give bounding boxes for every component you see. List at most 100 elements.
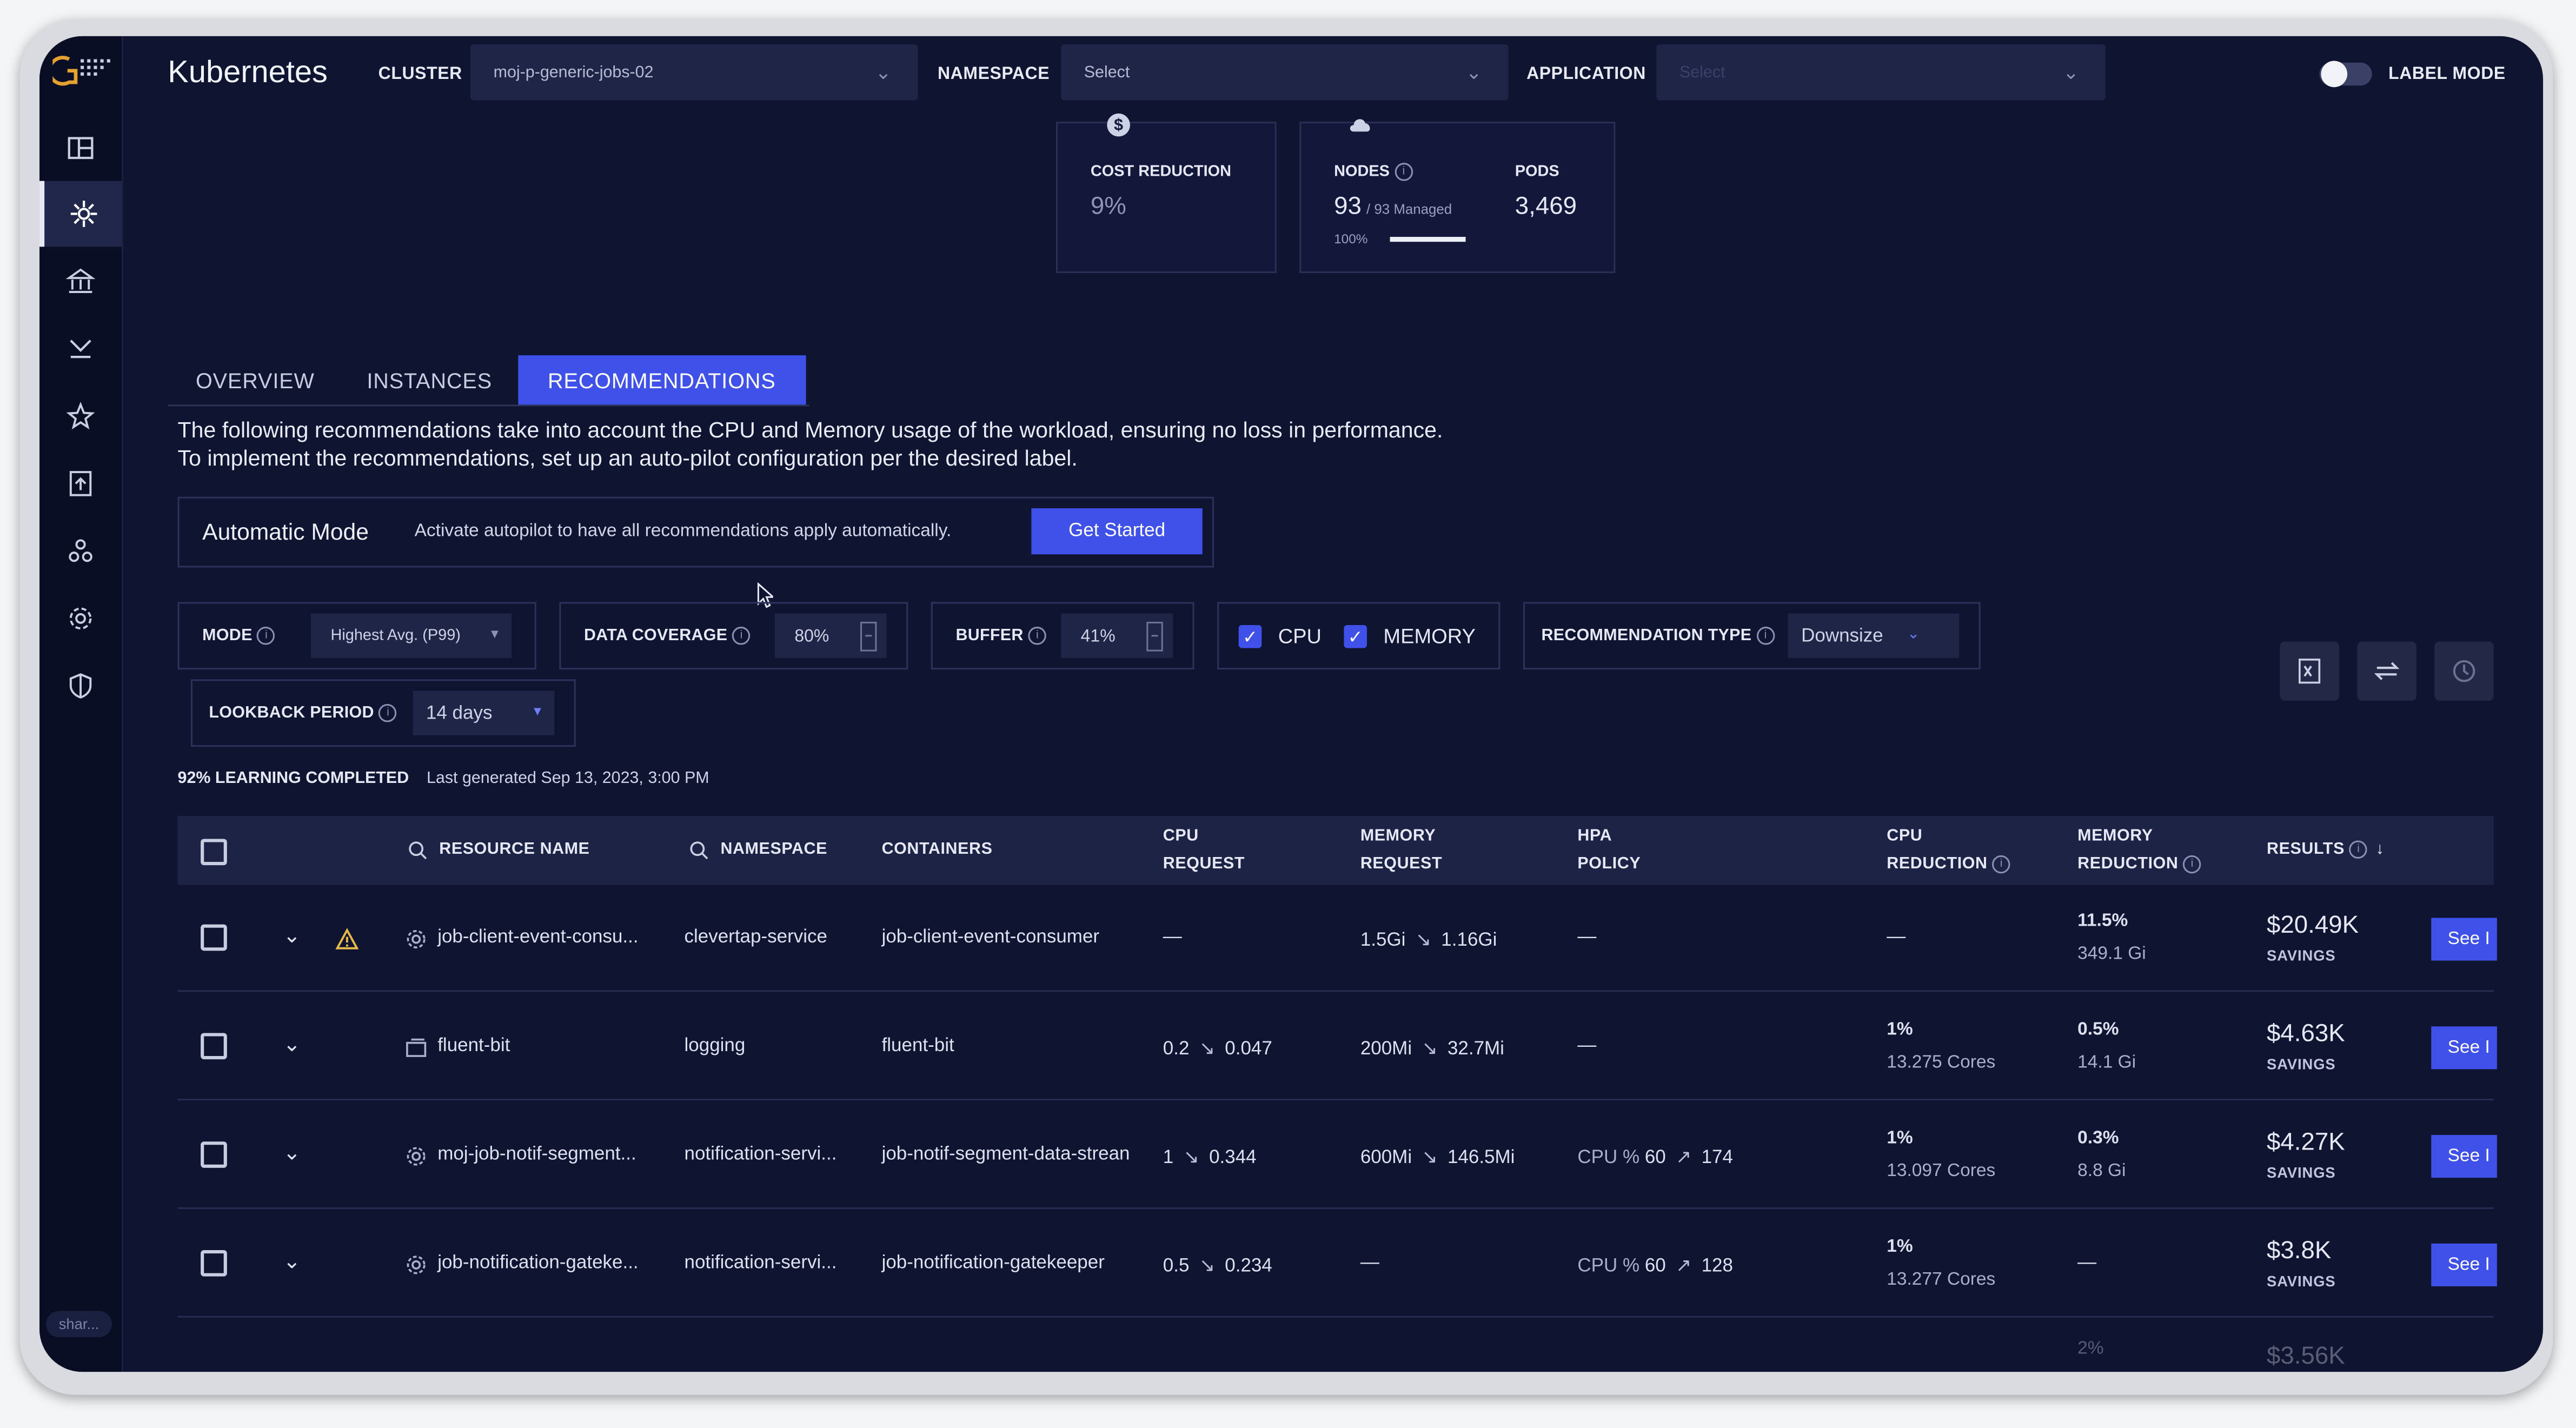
info-icon[interactable]: i	[2349, 840, 2368, 859]
row-checkbox[interactable]	[201, 1141, 227, 1168]
chevron-down-icon[interactable]: ⌄	[283, 1031, 301, 1058]
sidebar-item-users[interactable]	[39, 518, 122, 584]
row-checkbox[interactable]	[201, 1033, 227, 1060]
search-icon[interactable]	[408, 841, 428, 861]
nodes-label: NODES i	[1334, 163, 1413, 181]
see-details-button[interactable]: See I	[2431, 1026, 2497, 1070]
col-resource-name[interactable]: RESOURCE NAME	[439, 835, 589, 864]
recommendation-type-value: Downsize	[1801, 626, 1883, 646]
resource-toggles: ✓ CPU ✓ MEMORY	[1217, 602, 1501, 670]
application-select[interactable]: Select ⌄	[1656, 44, 2106, 101]
cluster-label: CLUSTER	[378, 64, 462, 84]
buffer-label: BUFFER i	[955, 627, 1047, 645]
table-row[interactable]: ⌄ job-client-event-consu... clevertap-se…	[177, 885, 2497, 992]
label-mode-toggle[interactable]	[2319, 61, 2372, 88]
stepper-icon[interactable]	[860, 621, 877, 652]
sidebar-item-settings[interactable]	[39, 586, 122, 652]
workload-gear-icon	[407, 1256, 426, 1274]
lookback-select[interactable]: 14 days ▾	[413, 690, 555, 735]
col-cpu-reduction-line2: REDUCTION	[1887, 855, 1988, 874]
app-screen: shar... Kubernetes CLUSTER moj-p-generic…	[39, 36, 2544, 1372]
info-icon[interactable]: i	[257, 627, 276, 645]
col-hpa-policy[interactable]: HPA POLICY	[1577, 822, 1641, 878]
lookback-filter: LOOKBACK PERIOD i 14 days ▾	[190, 679, 576, 747]
sidebar-item-savings[interactable]	[39, 248, 122, 314]
shield-icon	[69, 673, 92, 699]
data-coverage-input[interactable]: 80%	[774, 613, 887, 658]
col-cpu-request[interactable]: CPU REQUEST	[1163, 822, 1245, 878]
memory-checkbox[interactable]: ✓	[1344, 625, 1367, 648]
recommendation-type-label-text: RECOMMENDATION TYPE	[1541, 627, 1752, 645]
col-memory-reduction[interactable]: MEMORY REDUCTION i	[2077, 822, 2202, 878]
chevron-down-icon[interactable]: ⌄	[283, 1248, 301, 1275]
export-excel-button[interactable]	[2280, 641, 2339, 701]
col-containers[interactable]: CONTAINERS	[882, 835, 993, 864]
cpu-checkbox[interactable]: ✓	[1238, 625, 1262, 648]
sidebar-item-favorites[interactable]	[39, 383, 122, 449]
chevron-down-icon[interactable]: ⌄	[283, 1140, 301, 1166]
row-checkbox[interactable]	[201, 1250, 227, 1277]
info-icon[interactable]: i	[2183, 855, 2202, 873]
cluster-select[interactable]: moj-p-generic-jobs-02 ⌄	[470, 44, 918, 101]
resource-name[interactable]: moj-job-notif-segment...	[437, 1145, 636, 1165]
refresh-button[interactable]	[2357, 641, 2416, 701]
col-results[interactable]: RESULTS i ↓	[2267, 835, 2385, 864]
info-icon[interactable]: i	[1756, 627, 1775, 645]
sidebar-item-downloads[interactable]	[39, 316, 122, 382]
nodes-count: 93	[1334, 192, 1362, 221]
star-icon	[66, 402, 95, 430]
mode-select[interactable]: Highest Avg. (P99) ▾	[310, 613, 512, 658]
namespace-select-value: Select	[1084, 63, 1130, 82]
info-icon[interactable]: i	[1028, 627, 1047, 645]
see-details-button[interactable]: See I	[2431, 918, 2497, 961]
stepper-icon[interactable]	[1146, 621, 1163, 652]
resource-name[interactable]: fluent-bit	[437, 1037, 510, 1057]
sidebar-item-security[interactable]	[39, 653, 122, 719]
sort-arrow-down-icon[interactable]: ↓	[2376, 841, 2385, 859]
select-all-checkbox[interactable]	[201, 839, 227, 866]
info-icon[interactable]: i	[732, 627, 751, 645]
info-icon[interactable]: i	[1395, 163, 1413, 181]
table-row[interactable]: ⌄ moj-job-notif-segment... notification-…	[177, 1102, 2497, 1209]
mem-reduction-pct: —	[2077, 1253, 2097, 1273]
col-namespace[interactable]: NAMESPACE	[720, 835, 827, 864]
cost-reduction-label: COST REDUCTION	[1090, 163, 1232, 181]
col-memory-request[interactable]: MEMORY REQUEST	[1360, 822, 1442, 878]
mode-select-value: Highest Avg. (P99)	[330, 627, 461, 645]
report-icon	[69, 471, 92, 496]
col-memory-request-line2: REQUEST	[1360, 855, 1443, 874]
namespace-select[interactable]: Select ⌄	[1061, 44, 1509, 101]
col-cpu-reduction[interactable]: CPU REDUCTION i	[1887, 822, 2011, 878]
container-cell: job-notif-segment-data-strean	[881, 1145, 1130, 1165]
buffer-input[interactable]: 41%	[1061, 613, 1173, 658]
sidebar-item-kubernetes[interactable]	[39, 181, 122, 247]
table-row[interactable]: ⌄ fluent-bit logging fluent-bit 0.2 ↘ 0.04…	[177, 993, 2497, 1101]
memory-request-cell: 600Mi ↘ 146.5Mi	[1360, 1145, 1515, 1168]
resource-name[interactable]: job-client-event-consu...	[437, 928, 638, 948]
see-details-button[interactable]: See I	[2431, 1135, 2497, 1178]
sidebar-item-reports[interactable]	[39, 451, 122, 517]
share-chip[interactable]: shar...	[46, 1311, 112, 1338]
cpu-reduction-pct: 1%	[1887, 1237, 1913, 1257]
download-tray-icon	[70, 340, 91, 358]
table-header: RESOURCE NAME NAMESPACE CONTAINERS CPU RE…	[177, 815, 2494, 885]
see-details-button[interactable]: See I	[2431, 1243, 2497, 1286]
caret-down-icon: ▾	[490, 625, 499, 642]
sidebar-item-dashboard[interactable]	[39, 115, 122, 181]
chevron-down-icon[interactable]: ⌄	[283, 923, 301, 949]
row-checkbox[interactable]	[201, 924, 227, 951]
tab-overview[interactable]: OVERVIEW	[196, 355, 315, 404]
pods-label: PODS	[1515, 163, 1559, 181]
recommendation-type-select[interactable]: Downsize ⌄	[1788, 613, 1960, 658]
tab-recommendations[interactable]: RECOMMENDATIONS	[518, 355, 806, 405]
tab-instances[interactable]: INSTANCES	[367, 355, 492, 404]
resource-name[interactable]: job-notification-gateke...	[437, 1253, 638, 1273]
info-icon[interactable]: i	[1992, 855, 2011, 873]
mem-reduction-abs: 349.1 Gi	[2077, 944, 2146, 964]
history-button[interactable]	[2434, 641, 2494, 701]
get-started-button[interactable]: Get Started	[1031, 508, 1203, 555]
search-icon[interactable]	[689, 841, 709, 861]
col-cpu-request-line2: REQUEST	[1163, 855, 1245, 874]
table-row[interactable]: ⌄ job-notification-gateke... notificatio…	[177, 1211, 2497, 1318]
info-icon[interactable]: i	[379, 704, 397, 722]
